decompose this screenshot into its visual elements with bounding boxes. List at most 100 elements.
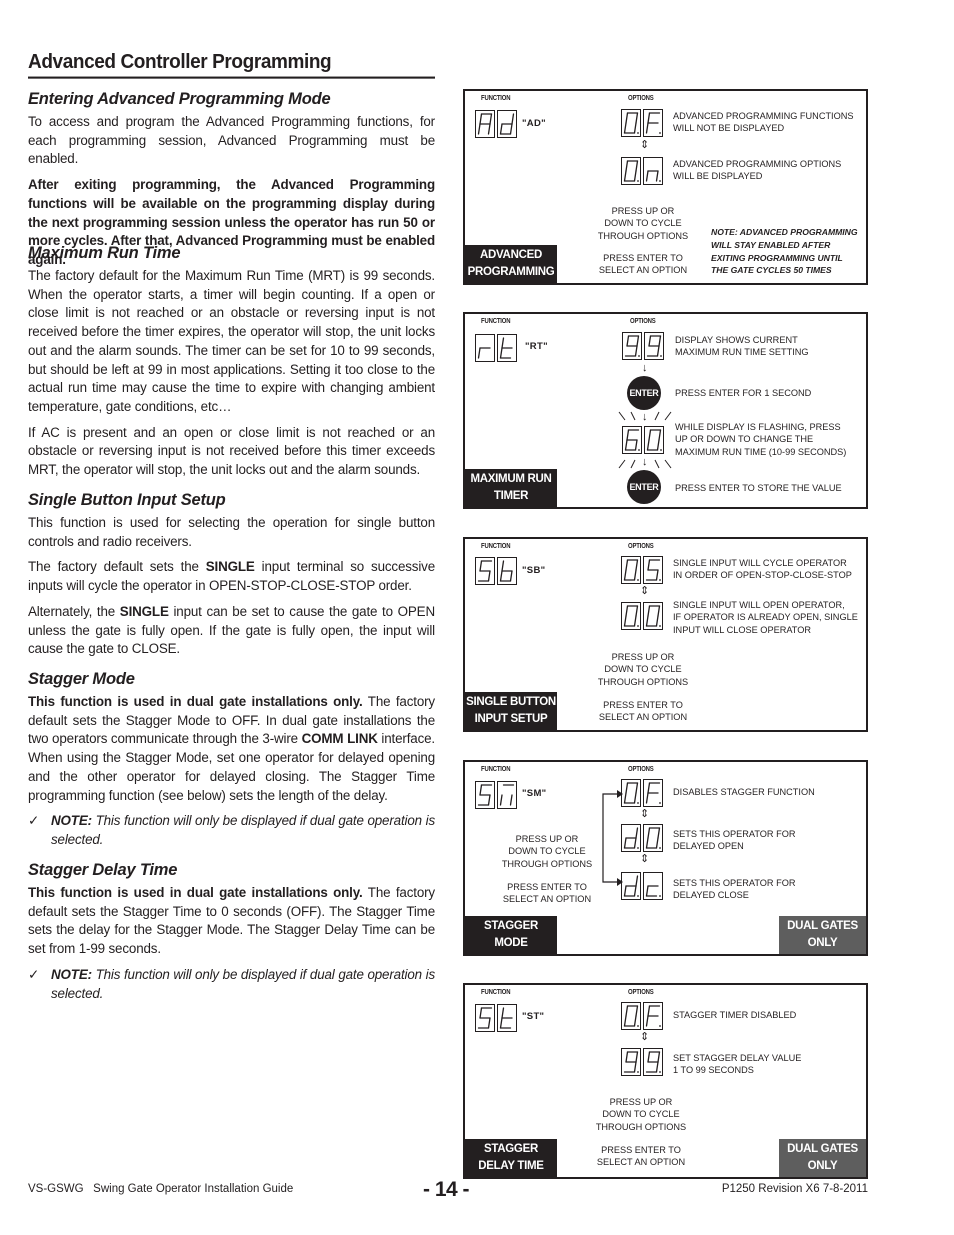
up-down-arrow-icon: ⇕ xyxy=(640,139,650,151)
section-heading-stagger: Stagger Mode xyxy=(28,670,135,688)
function-display xyxy=(475,334,517,362)
option-display xyxy=(621,556,663,584)
section-heading-mrt: Maximum Run Time xyxy=(28,244,181,262)
function-label: FUNCTION xyxy=(481,95,511,102)
enter-button-icon: ENTER xyxy=(627,376,661,410)
option-description: SET STAGGER DELAY VALUE 1 TO 99 SECONDS xyxy=(673,1053,802,1076)
paragraph: This function is used in dual gate insta… xyxy=(28,693,435,805)
paragraph: The factory default for the Maximum Run … xyxy=(28,268,435,414)
seven-segment-digit xyxy=(643,109,663,137)
function-label: FUNCTION xyxy=(481,766,511,773)
down-arrow-icon: ↓ xyxy=(642,456,648,468)
text-bold: This function is used in dual gate insta… xyxy=(28,694,363,709)
page-title: Advanced Controller Programming xyxy=(28,51,435,79)
paragraph: This function is used for selecting the … xyxy=(28,515,435,549)
up-down-arrow-icon: ⇕ xyxy=(640,853,650,865)
seven-segment-digit xyxy=(475,1004,495,1032)
checkmark-icon: ✓ xyxy=(28,966,40,982)
down-arrow-icon: ↓ xyxy=(642,362,648,374)
section-heading-delay: Stagger Delay Time xyxy=(28,861,178,879)
option-display xyxy=(621,824,663,852)
paragraph: To access and program the Advanced Progr… xyxy=(28,114,435,167)
option-description: SETS THIS OPERATOR FOR DELAYED OPEN xyxy=(673,829,796,852)
up-down-arrow-icon: ⇕ xyxy=(640,1031,650,1043)
seven-segment-digit xyxy=(621,872,641,900)
panel-advanced-programming: FUNCTION OPTIONS "AD" ADVANCED PROGRAMMI… xyxy=(463,89,868,285)
cycle-instructions: PRESS UP OR DOWN TO CYCLE THROUGH OPTIONS xyxy=(501,834,593,869)
single-section: Single Button Input Setup This function … xyxy=(28,491,435,666)
seven-segment-digit xyxy=(643,1002,663,1030)
option-display xyxy=(621,602,663,630)
seven-segment-digit xyxy=(621,602,641,630)
function-code: "SB" xyxy=(522,565,546,576)
select-instructions: PRESS ENTER TO SELECT AN OPTION xyxy=(598,253,688,276)
panel-tag: STAGGER MODE xyxy=(465,916,557,954)
seven-segment-digit xyxy=(621,556,641,584)
seven-segment-digit xyxy=(621,779,641,807)
seven-segment-digit xyxy=(475,334,495,362)
seven-segment-digit xyxy=(497,557,517,585)
paragraph: This function is used in dual gate insta… xyxy=(28,884,435,959)
seven-segment-digit xyxy=(621,1048,641,1076)
section-heading-entering: Entering Advanced Programming Mode xyxy=(28,90,331,108)
seven-segment-digit xyxy=(621,157,641,185)
panel-tag: MAXIMUM RUN TIMER xyxy=(465,469,557,507)
mrt-section: Maximum Run Time The factory default for… xyxy=(28,244,435,487)
seven-segment-digit xyxy=(643,1048,663,1076)
note-label: NOTE: xyxy=(51,813,92,829)
options-label: OPTIONS xyxy=(630,318,656,325)
seven-segment-digit xyxy=(475,781,495,809)
seven-segment-digit xyxy=(643,824,663,852)
seven-segment-digit xyxy=(644,332,664,360)
dual-gates-only-badge: DUAL GATES ONLY xyxy=(779,1139,866,1177)
delay-section: Stagger Delay Time This function is used… xyxy=(28,861,435,1010)
select-instructions: PRESS ENTER TO SELECT AN OPTION xyxy=(596,1145,686,1168)
option-display xyxy=(621,157,663,185)
cycle-instructions: PRESS UP OR DOWN TO CYCLE THROUGH OPTIONS xyxy=(595,1097,687,1132)
text: This function will only be displayed if … xyxy=(51,966,435,1001)
stagger-section: Stagger Mode This function is used in du… xyxy=(28,670,435,857)
seven-segment-digit xyxy=(475,557,495,585)
function-display xyxy=(475,110,517,138)
options-label: OPTIONS xyxy=(628,989,654,996)
options-label: OPTIONS xyxy=(628,95,654,102)
seven-segment-digit xyxy=(497,334,517,362)
seven-segment-digit xyxy=(621,1002,641,1030)
options-label: OPTIONS xyxy=(628,766,654,773)
seven-segment-digit xyxy=(621,824,641,852)
seven-segment-digit xyxy=(622,332,642,360)
text-bold: SINGLE xyxy=(119,603,169,619)
text: The factory default sets the xyxy=(28,559,206,575)
section-heading-single: Single Button Input Setup xyxy=(28,491,226,509)
function-code: "ST" xyxy=(522,1011,545,1022)
paragraph: Alternately, the SINGLE input can be set… xyxy=(28,603,435,659)
function-label: FUNCTION xyxy=(481,543,511,550)
seven-segment-digit xyxy=(497,1004,517,1032)
seven-segment-digit xyxy=(622,426,642,454)
text: This function will only be displayed if … xyxy=(51,813,435,847)
seven-segment-digit xyxy=(643,602,663,630)
panel-single-button-input: FUNCTION OPTIONS "SB" SINGLE INPUT WILL … xyxy=(463,537,868,732)
dual-gates-only-badge: DUAL GATES ONLY xyxy=(779,916,866,954)
panel-stagger-delay-time: FUNCTION OPTIONS "ST" STAGGER TIMER DISA… xyxy=(463,983,868,1179)
select-instructions: PRESS ENTER TO SELECT AN OPTION xyxy=(598,700,688,723)
option-description: SETS THIS OPERATOR FOR DELAYED CLOSE xyxy=(673,878,796,901)
cycle-instructions: PRESS UP OR DOWN TO CYCLE THROUGH OPTIONS xyxy=(597,206,689,241)
panel-tag: SINGLE BUTTON INPUT SETUP xyxy=(465,692,557,730)
option-display xyxy=(621,779,663,807)
option-display xyxy=(622,332,664,360)
seven-segment-digit xyxy=(643,157,663,185)
up-down-arrow-icon: ⇕ xyxy=(640,585,650,597)
panel-tag: ADVANCED PROGRAMMING xyxy=(465,245,557,283)
cycle-instructions: PRESS UP OR DOWN TO CYCLE THROUGH OPTIONS xyxy=(597,652,689,687)
text-bold: COMM LINK xyxy=(301,731,378,747)
function-display xyxy=(475,781,517,809)
text-bold: SINGLE xyxy=(205,559,255,575)
step-description: PRESS ENTER FOR 1 SECOND xyxy=(675,388,812,398)
seven-segment-digit xyxy=(644,426,664,454)
options-label: OPTIONS xyxy=(628,543,654,550)
option-display xyxy=(621,109,663,137)
seven-segment-digit xyxy=(621,109,641,137)
function-display xyxy=(475,557,517,585)
text: Alternately, the xyxy=(28,603,120,619)
